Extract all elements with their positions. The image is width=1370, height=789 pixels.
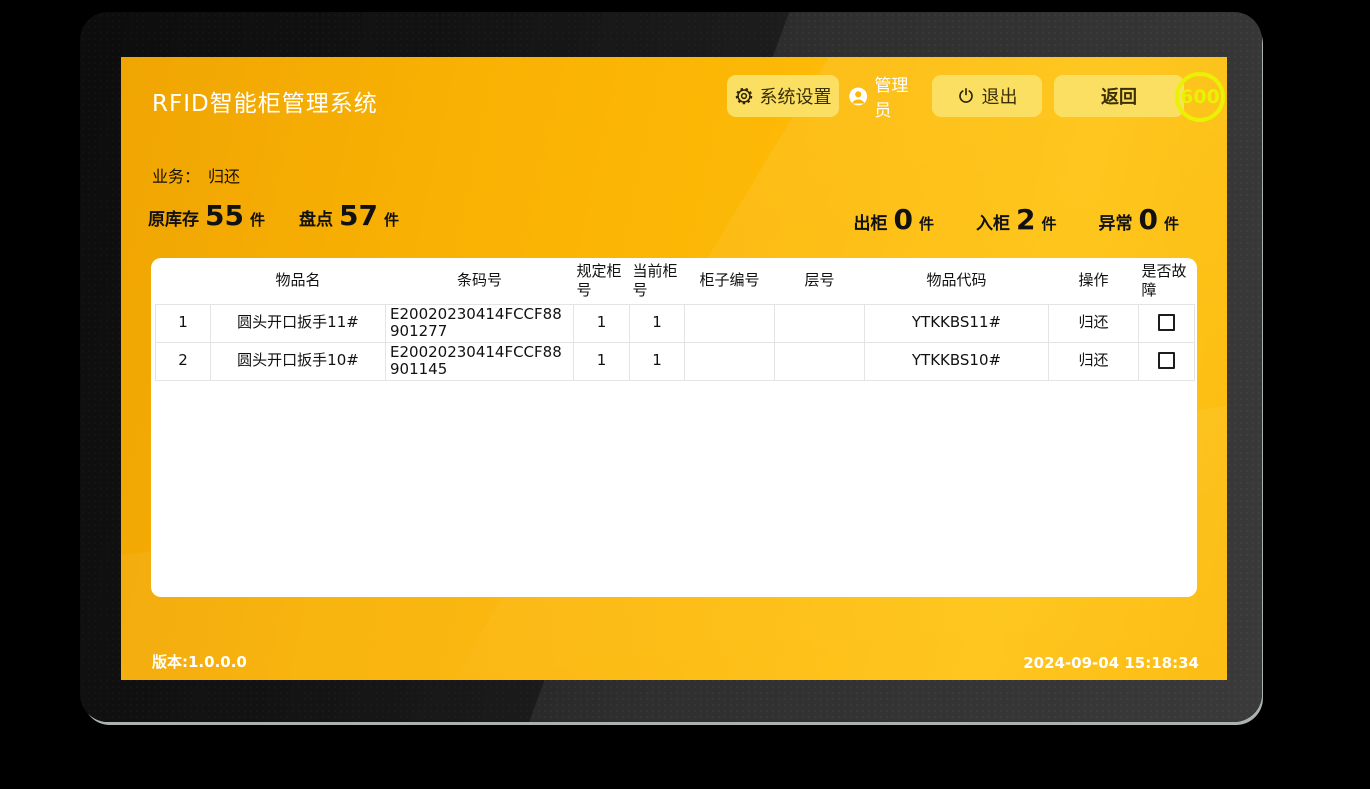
items-table: 物品名 条码号 规定柜号 当前柜号 柜子编号 层号 物品代码 操作 是否故障 1 (155, 258, 1195, 381)
cell-specified-cabinet: 1 (574, 304, 630, 342)
col-faulty: 是否故障 (1139, 258, 1195, 304)
stat-label: 盘点 (299, 205, 333, 230)
system-settings-label: 系统设置 (760, 83, 832, 109)
stat-original-stock: 原库存 55 件 (148, 199, 265, 232)
admin-user: 管理员 (848, 71, 924, 121)
cell-item-name: 圆头开口扳手10# (211, 342, 386, 380)
user-icon (848, 86, 868, 107)
gear-icon (735, 87, 753, 105)
cell-cabinet-no (685, 342, 775, 380)
col-layer-no: 层号 (775, 258, 865, 304)
cell-item-code: YTKKBS11# (865, 304, 1049, 342)
stat-counted: 盘点 57 件 (299, 199, 399, 232)
cell-item-name: 圆头开口扳手11# (211, 304, 386, 342)
col-item-code: 物品代码 (865, 258, 1049, 304)
stat-value: 55 (205, 199, 244, 232)
stat-value: 57 (339, 199, 378, 232)
version-label: 版本:1.0.0.0 (152, 651, 247, 672)
logout-label: 退出 (982, 83, 1018, 109)
cell-index: 2 (156, 342, 211, 380)
cell-layer-no (775, 304, 865, 342)
stat-unit: 件 (1164, 213, 1179, 234)
admin-label: 管理员 (874, 71, 924, 121)
countdown-badge: 600 (1175, 72, 1225, 122)
col-operation: 操作 (1049, 258, 1139, 304)
page-title: RFID智能柜管理系统 (152, 84, 378, 118)
items-table-panel: 物品名 条码号 规定柜号 当前柜号 柜子编号 层号 物品代码 操作 是否故障 1 (151, 258, 1197, 597)
cell-index: 1 (156, 304, 211, 342)
stat-unit: 件 (1041, 213, 1056, 234)
stat-out-cabinet: 出柜 0 件 (854, 203, 935, 236)
business-line: 业务： 归还 (152, 163, 240, 187)
faulty-checkbox[interactable] (1158, 352, 1175, 369)
back-button[interactable]: 返回 (1054, 75, 1184, 117)
business-label: 业务： (152, 167, 200, 186)
app-screen: RFID智能柜管理系统 系统设置 管理员 (121, 57, 1227, 680)
cell-barcode: E20020230414FCCF88901277 (386, 304, 574, 342)
system-settings-button[interactable]: 系统设置 (727, 75, 839, 117)
stat-value: 0 (1139, 203, 1158, 236)
logout-button[interactable]: 退出 (932, 75, 1042, 117)
stat-value: 2 (1016, 203, 1035, 236)
col-current-cabinet: 当前柜号 (630, 258, 685, 304)
table-row: 1 圆头开口扳手11# E20020230414FCCF88901277 1 1… (156, 304, 1195, 342)
countdown-value: 600 (1180, 86, 1220, 108)
col-cabinet-no: 柜子编号 (685, 258, 775, 304)
back-label: 返回 (1101, 83, 1137, 109)
col-barcode: 条码号 (386, 258, 574, 304)
cell-current-cabinet: 1 (630, 304, 685, 342)
stat-unit: 件 (384, 209, 399, 230)
stat-abnormal: 异常 0 件 (1099, 203, 1180, 236)
stats-right: 出柜 0 件 入柜 2 件 异常 0 件 (854, 203, 1180, 236)
stat-label: 入柜 (976, 209, 1010, 234)
cell-barcode: E20020230414FCCF88901145 (386, 342, 574, 380)
cell-layer-no (775, 342, 865, 380)
cell-specified-cabinet: 1 (574, 342, 630, 380)
cell-current-cabinet: 1 (630, 342, 685, 380)
cell-item-code: YTKKBS10# (865, 342, 1049, 380)
table-row: 2 圆头开口扳手10# E20020230414FCCF88901145 1 1… (156, 342, 1195, 380)
cell-faulty (1139, 304, 1195, 342)
cell-operation: 归还 (1049, 342, 1139, 380)
cell-faulty (1139, 342, 1195, 380)
header-bar: 系统设置 管理员 退出 返回 (727, 75, 1184, 117)
device-bezel: RFID智能柜管理系统 系统设置 管理员 (80, 12, 1262, 722)
stat-label: 出柜 (854, 209, 888, 234)
col-item-name: 物品名 (211, 258, 386, 304)
business-value: 归还 (208, 167, 240, 186)
stats-left: 原库存 55 件 盘点 57 件 (148, 199, 399, 232)
table-header-row: 物品名 条码号 规定柜号 当前柜号 柜子编号 层号 物品代码 操作 是否故障 (156, 258, 1195, 304)
stat-label: 异常 (1099, 209, 1133, 234)
col-specified-cabinet: 规定柜号 (574, 258, 630, 304)
cell-cabinet-no (685, 304, 775, 342)
stat-unit: 件 (250, 209, 265, 230)
datetime-label: 2024-09-04 15:18:34 (1023, 654, 1199, 672)
cell-operation: 归还 (1049, 304, 1139, 342)
stat-label: 原库存 (148, 205, 199, 230)
stat-unit: 件 (919, 213, 934, 234)
stat-in-cabinet: 入柜 2 件 (976, 203, 1057, 236)
faulty-checkbox[interactable] (1158, 314, 1175, 331)
power-icon (957, 87, 975, 105)
stat-value: 0 (894, 203, 913, 236)
col-index (156, 258, 211, 304)
